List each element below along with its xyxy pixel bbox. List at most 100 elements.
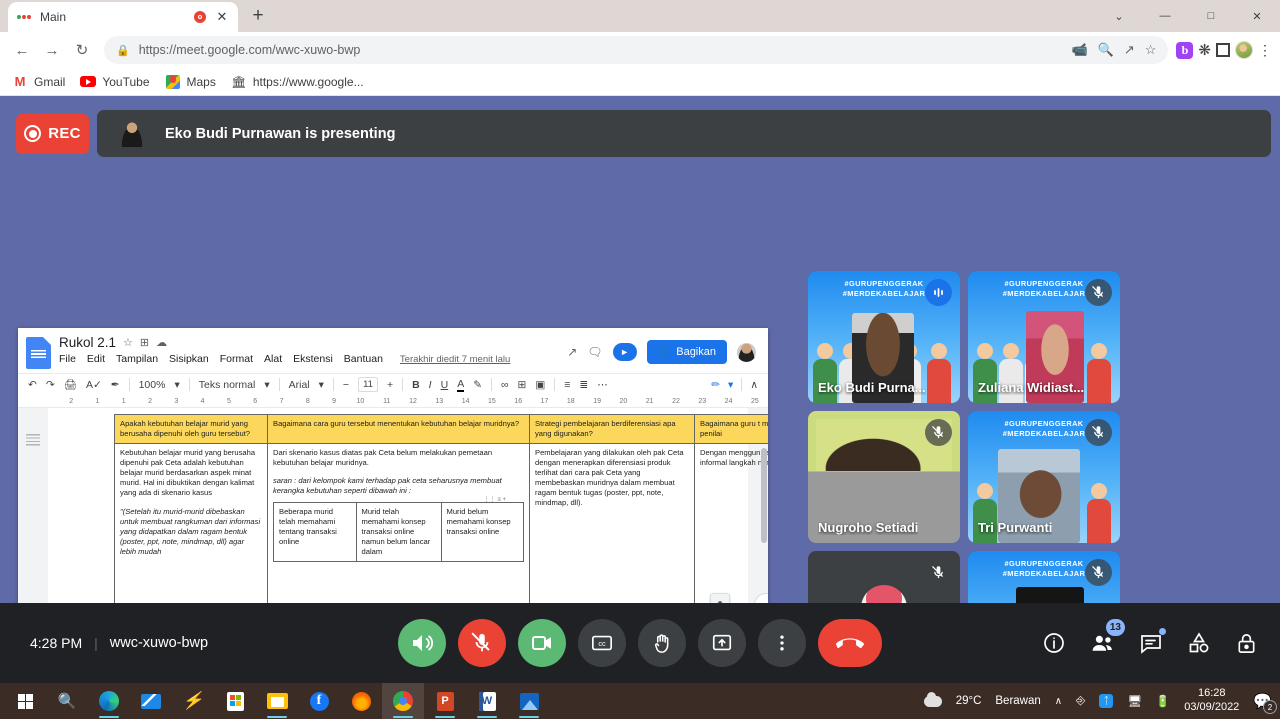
window-expand-icon[interactable]: ⌄ — [1096, 0, 1142, 32]
insert-link-icon[interactable]: ∞ — [501, 379, 509, 391]
powerpoint-button[interactable]: P — [424, 683, 466, 719]
bookmark-google[interactable]: 🏛 https://www.google... — [231, 74, 363, 90]
bold-icon[interactable]: B — [412, 379, 420, 391]
document-title[interactable]: Rukol 2.1 — [59, 335, 116, 350]
camera-icon[interactable]: 📹 — [1071, 42, 1087, 58]
redo-icon[interactable]: ↷ — [46, 379, 55, 391]
trending-up-icon[interactable]: ↗ — [567, 345, 577, 359]
spellcheck-icon[interactable]: A✓ — [86, 379, 102, 391]
host-controls-button[interactable] — [1235, 632, 1258, 655]
last-edit-label[interactable]: Terakhir diedit 7 menit lalu — [400, 354, 510, 365]
tab-close-icon[interactable]: ✕ — [214, 9, 230, 25]
insert-image-icon[interactable]: ▣ — [535, 379, 545, 391]
store-button[interactable] — [214, 683, 256, 719]
forward-icon[interactable]: → — [38, 36, 66, 64]
raise-hand-button[interactable] — [638, 619, 686, 667]
window-maximize-icon[interactable]: □ — [1188, 0, 1234, 32]
bookmark-star-icon[interactable]: ☆ — [1145, 42, 1157, 58]
menu-ekstensi[interactable]: Ekstensi — [293, 353, 333, 365]
align-icon[interactable]: ≡ — [564, 379, 570, 391]
firefox-button[interactable] — [340, 683, 382, 719]
menu-edit[interactable]: Edit — [87, 353, 105, 365]
camera-button[interactable] — [518, 619, 566, 667]
paint-format-icon[interactable]: ✒ — [111, 379, 120, 391]
chevron-down-icon[interactable]: ▾ — [264, 379, 269, 391]
menu-bantuan[interactable]: Bantuan — [344, 353, 383, 365]
start-button[interactable] — [4, 683, 46, 719]
menu-file[interactable]: File — [59, 353, 76, 365]
search-button[interactable]: 🔍 — [46, 683, 88, 719]
tray-chevron-icon[interactable]: ∧ — [1055, 696, 1062, 707]
menu-alat[interactable]: Alat — [264, 353, 282, 365]
extensions-puzzle-icon[interactable]: ❋ — [1198, 41, 1211, 59]
font-size-field[interactable]: 11 — [358, 377, 378, 392]
italic-icon[interactable]: I — [429, 379, 432, 391]
document-vertical-scrollbar[interactable] — [761, 448, 767, 543]
address-bar[interactable]: 🔒 https://meet.google.com/wwc-xuwo-bwp 📹… — [104, 36, 1169, 64]
facebook-button[interactable]: f — [298, 683, 340, 719]
text-color-icon[interactable]: A — [457, 378, 465, 392]
zoom-icon[interactable]: 🔍 — [1098, 42, 1114, 58]
undo-icon[interactable]: ↶ — [28, 379, 37, 391]
leave-call-button[interactable] — [818, 619, 882, 667]
meet-icon[interactable]: ► — [612, 343, 637, 361]
explorer-button[interactable] — [256, 683, 298, 719]
chrome-menu-icon[interactable]: ⋮ — [1258, 43, 1272, 57]
photos-button[interactable] — [508, 683, 550, 719]
captions-button[interactable]: cc — [578, 619, 626, 667]
underline-icon[interactable]: U — [441, 379, 449, 391]
browser-tab[interactable]: Main ✕ — [8, 2, 238, 32]
collapse-toolbar-icon[interactable]: ∧ — [750, 379, 758, 391]
tab-recording-icon[interactable] — [194, 11, 206, 23]
font-family-select[interactable]: Arial — [289, 379, 310, 391]
print-icon[interactable]: 🖨 — [64, 378, 77, 391]
share-icon[interactable]: ↗ — [1124, 42, 1135, 58]
edit-mode-icon[interactable]: ✏ — [711, 379, 720, 391]
reload-icon[interactable]: ↻ — [68, 36, 96, 64]
more-options-icon[interactable]: ⋯ — [597, 379, 608, 391]
weather-condition[interactable]: Berawan — [995, 695, 1040, 707]
comment-icon[interactable]: 🗨 — [587, 345, 602, 359]
paragraph-style-select[interactable]: Teks normal — [199, 379, 256, 391]
menu-sisipkan[interactable]: Sisipkan — [169, 353, 209, 365]
usb-icon[interactable]: ⎆ — [1076, 695, 1085, 708]
participant-tile[interactable]: Nugroho Setiadi — [808, 411, 960, 543]
window-close-icon[interactable]: ✕ — [1234, 0, 1280, 32]
chevron-down-icon[interactable]: ▾ — [174, 379, 179, 391]
line-spacing-icon[interactable]: ≣ — [579, 379, 588, 391]
new-tab-button[interactable]: + — [244, 2, 272, 30]
profile-avatar[interactable] — [1235, 41, 1253, 59]
participants-button[interactable]: 13 — [1090, 618, 1125, 656]
more-options-button[interactable] — [758, 619, 806, 667]
bookmark-gmail[interactable]: M Gmail — [12, 74, 66, 90]
highlight-icon[interactable]: ✎ — [473, 379, 482, 391]
star-icon[interactable]: ☆ — [123, 336, 133, 349]
window-minimize-icon[interactable]: — — [1142, 0, 1188, 32]
bookmark-maps[interactable]: Maps — [165, 74, 216, 90]
mail-button[interactable] — [130, 683, 172, 719]
lightshot-button[interactable]: ⚡ — [172, 683, 214, 719]
edge-button[interactable] — [88, 683, 130, 719]
bluetooth-icon[interactable]: ᛏ — [1099, 694, 1114, 708]
chrome-button[interactable] — [382, 683, 424, 719]
present-button[interactable] — [698, 619, 746, 667]
network-icon[interactable]: 🖥 — [1127, 694, 1142, 708]
zoom-level[interactable]: 100% — [139, 379, 166, 391]
chevron-down-icon[interactable]: ▾ — [728, 379, 733, 391]
brave-extension-icon[interactable]: b — [1176, 41, 1194, 59]
notification-button[interactable]: 💬 2 — [1253, 692, 1277, 714]
meeting-details-button[interactable] — [1042, 631, 1066, 655]
participant-tile[interactable]: #GURUPENGGERAK #MERDEKABELAJAR Tri Purwan… — [968, 411, 1120, 543]
battery-icon[interactable]: 🔋 — [1156, 694, 1170, 708]
participant-tile[interactable]: #GURUPENGGERAK #MERDEKABELAJAR Eko Budi P… — [808, 271, 960, 403]
document-outline-icon[interactable] — [26, 434, 40, 447]
chat-button[interactable] — [1139, 628, 1166, 655]
activities-button[interactable] — [1187, 631, 1211, 655]
table-drag-handle-icon[interactable]: ⋮⋮ ≡ + — [484, 497, 506, 505]
bookmark-youtube[interactable]: YouTube — [80, 74, 150, 90]
move-folder-icon[interactable]: ⊞ — [140, 336, 149, 349]
docs-profile-avatar[interactable] — [737, 342, 756, 362]
menu-tampilan[interactable]: Tampilan — [116, 353, 158, 365]
recording-indicator[interactable]: REC — [16, 113, 89, 154]
chevron-down-icon[interactable]: ▾ — [319, 379, 324, 391]
